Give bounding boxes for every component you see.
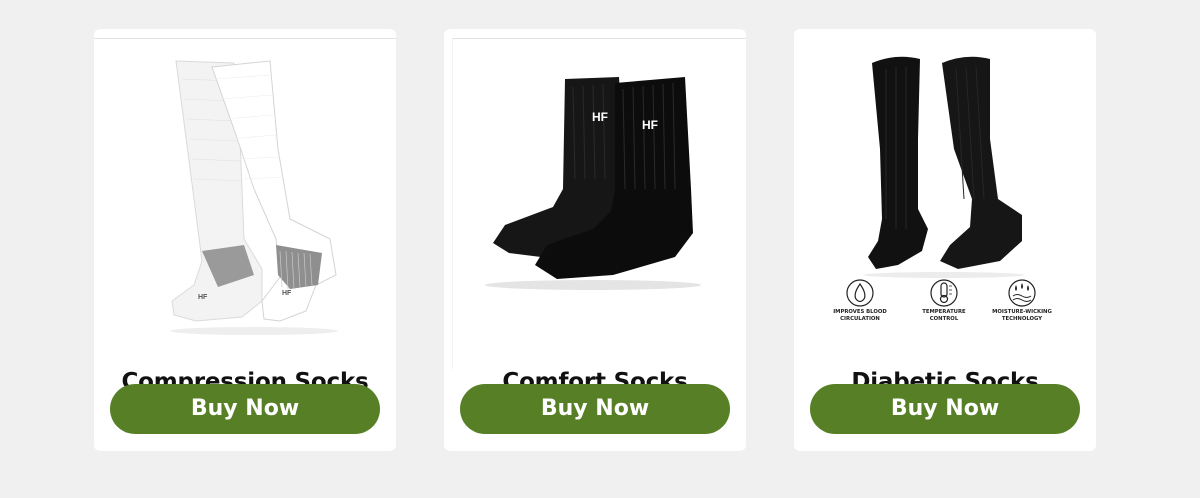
buy-now-button[interactable]: Buy Now: [110, 384, 380, 434]
blood-drop-icon: [846, 279, 874, 307]
hf-logo-left: HF: [592, 110, 608, 124]
badge-label-line1: MOISTURE-WICKING: [992, 309, 1052, 315]
buy-now-button[interactable]: Buy Now: [810, 384, 1080, 434]
product-row: HF HF Compression Socks Buy Now HF HF Co…: [0, 0, 1200, 498]
product-card-comfort: HF HF Comfort Socks Buy Now: [444, 29, 746, 451]
comfort-socks-image[interactable]: HF HF: [452, 38, 746, 369]
badge-label-line1: IMPROVES BLOOD: [833, 309, 887, 315]
badge-label-line2: CIRCULATION: [840, 316, 880, 322]
product-card-compression: HF HF Compression Socks Buy Now: [94, 29, 396, 451]
thermometer-icon: [930, 279, 958, 307]
hf-logo-right: HF: [642, 118, 658, 132]
badge-label-line1: TEMPERATURE: [922, 309, 966, 315]
compression-socks-image[interactable]: HF HF: [94, 38, 396, 369]
svg-text:HF: HF: [282, 290, 292, 297]
svg-text:HF: HF: [198, 294, 208, 301]
badge-label-line2: TECHNOLOGY: [1002, 316, 1042, 322]
badge-label-line2: CONTROL: [930, 316, 959, 322]
buy-now-button[interactable]: Buy Now: [460, 384, 730, 434]
moisture-icon: [1008, 279, 1036, 307]
product-card-diabetic: IMPROVES BLOOD CIRCULATION TEMPERATURE C…: [794, 29, 1096, 451]
diabetic-socks-image[interactable]: IMPROVES BLOOD CIRCULATION TEMPERATURE C…: [794, 29, 1096, 369]
